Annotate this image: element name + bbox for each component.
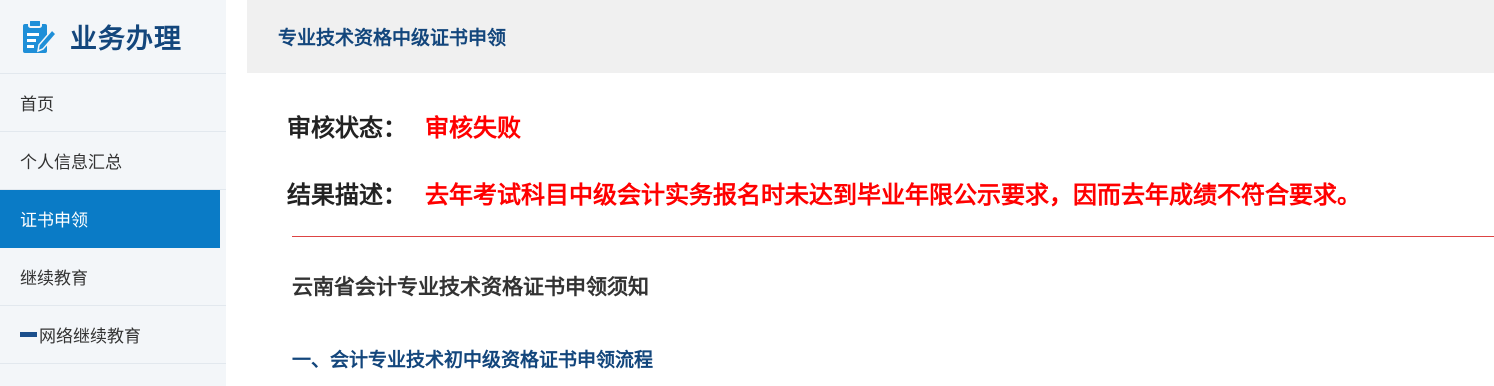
result-value: 去年考试科目中级会计实务报名时未达到毕业年限公示要求，因而去年成绩不符合要求。 (425, 181, 1361, 209)
sidebar-header: 业务办理 (0, 0, 226, 74)
sidebar-item-label: 网络继续教育 (39, 327, 141, 347)
sidebar-item-online-education[interactable]: 网络继续教育 (0, 306, 226, 364)
page-header: 专业技术资格中级证书申领 (247, 0, 1494, 73)
sidebar: 业务办理 首页 个人信息汇总 证书申领 继续教育 网络继续教育 (0, 0, 226, 386)
section-title: 一、会计专业技术初中级资格证书申领流程 (292, 349, 654, 371)
divider (292, 236, 1494, 237)
sidebar-item-continuing-education[interactable]: 继续教育 (0, 248, 226, 306)
sidebar-item-home[interactable]: 首页 (0, 74, 226, 132)
result-description-row: 结果描述： 去年考试科目中级会计实务报名时未达到毕业年限公示要求，因而去年成绩不符… (287, 175, 1361, 210)
sidebar-title: 业务办理 (70, 24, 182, 55)
status-label: 审核状态： (287, 114, 407, 142)
review-status-row: 审核状态： 审核失败 (287, 108, 521, 143)
sidebar-item-personal-info[interactable]: 个人信息汇总 (0, 132, 226, 190)
page-title: 专业技术资格中级证书申领 (278, 27, 507, 49)
dash-icon (20, 332, 37, 337)
notice-title: 云南省会计专业技术资格证书申领须知 (292, 275, 649, 299)
status-value: 审核失败 (425, 114, 521, 142)
sidebar-item-certificate[interactable]: 证书申领 (0, 190, 220, 248)
edit-document-icon (22, 18, 56, 55)
result-label: 结果描述： (287, 181, 407, 209)
